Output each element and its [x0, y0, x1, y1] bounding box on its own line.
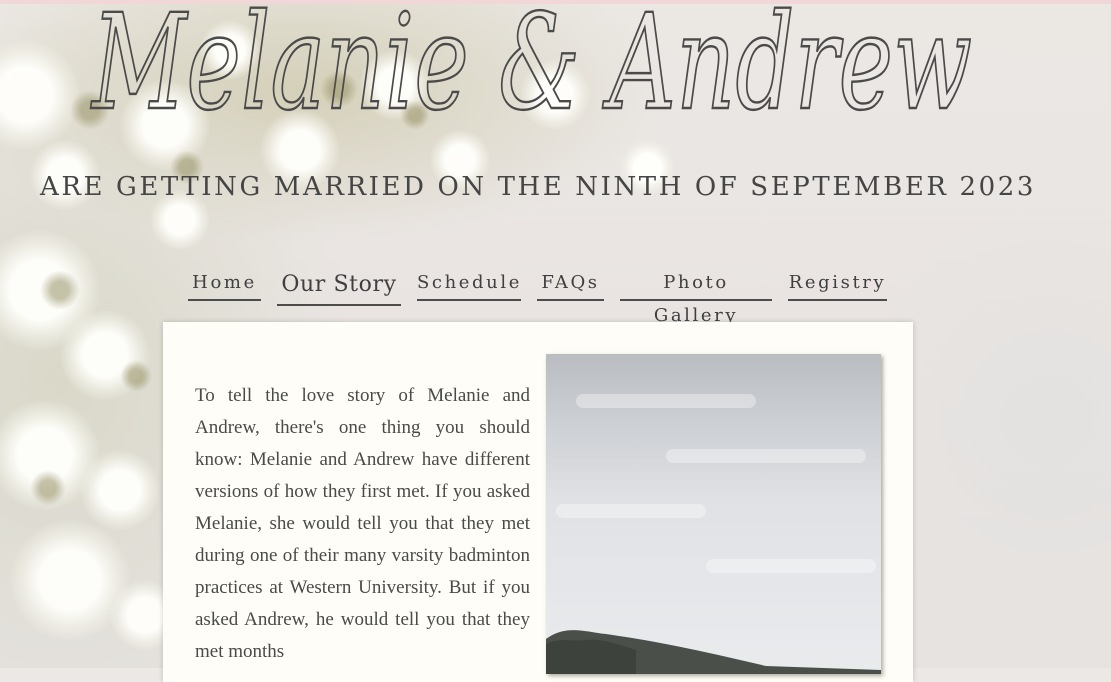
- shoreline-trees: [546, 630, 881, 674]
- story-paragraph: To tell the love story of Melanie and An…: [195, 385, 530, 662]
- story-photo: [546, 354, 881, 674]
- nav-registry[interactable]: Registry: [788, 266, 887, 301]
- nav-faqs[interactable]: FAQs: [537, 266, 604, 301]
- nav-home[interactable]: Home: [188, 266, 261, 301]
- couple-names-title: Melanie & Andrew: [0, 0, 1111, 128]
- couple-names: Melanie & Andrew: [91, 0, 972, 128]
- story-section: To tell the love story of Melanie and An…: [195, 380, 530, 668]
- nav-schedule[interactable]: Schedule: [417, 266, 521, 301]
- wedding-announcement: ARE GETTING MARRIED ON THE NINTH OF SEPT…: [39, 171, 1037, 203]
- nav-our-story[interactable]: Our Story: [277, 270, 401, 306]
- nav-photo-gallery[interactable]: Photo Gallery: [620, 266, 772, 326]
